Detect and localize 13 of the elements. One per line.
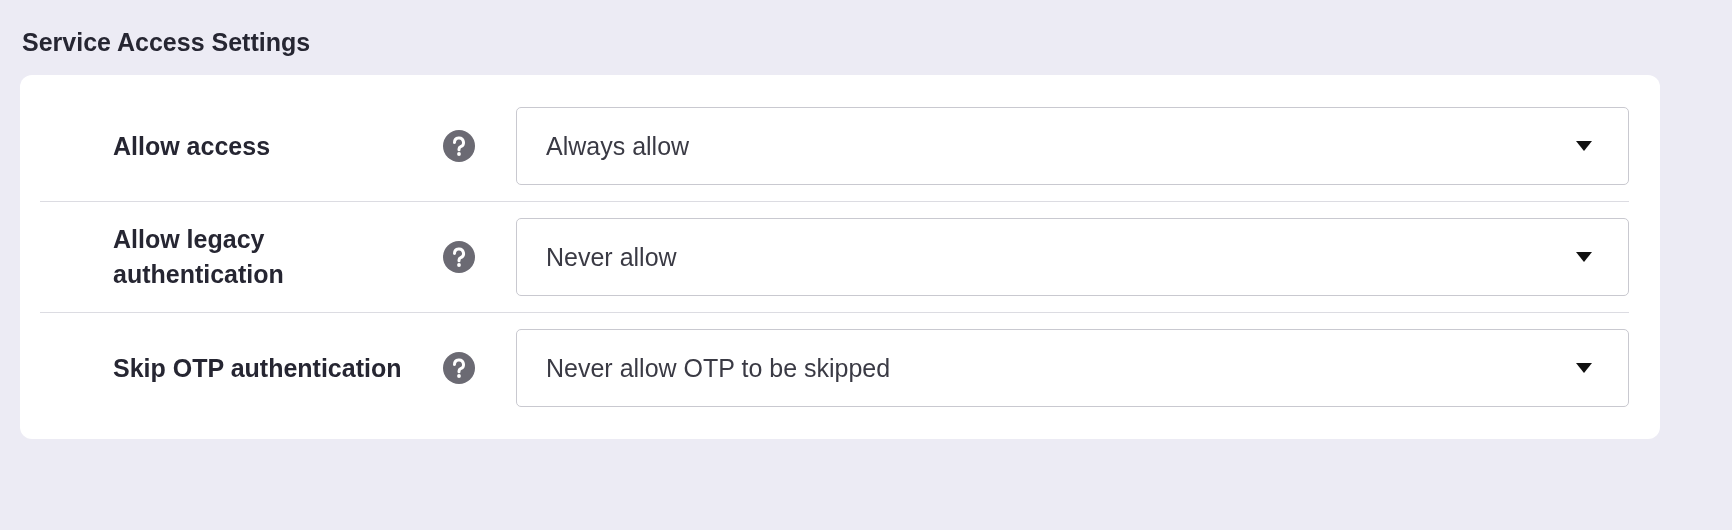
setting-label: Skip OTP authentication: [112, 352, 403, 384]
help-icon[interactable]: [443, 130, 475, 162]
help-icon[interactable]: [443, 352, 475, 384]
setting-label: Allow legacy authentication: [112, 224, 285, 290]
caret-icon: [1576, 252, 1592, 262]
help-icon[interactable]: [443, 241, 475, 273]
dropdown-select[interactable]: Never allow: [516, 218, 1629, 296]
caret-icon: [1576, 141, 1592, 151]
dropdown-select[interactable]: Never allow OTP to be skipped: [516, 329, 1629, 407]
setting-label: Allow access: [112, 130, 272, 162]
section-title: Service Access Settings: [22, 28, 311, 57]
dropdown-select[interactable]: Always allow: [516, 107, 1629, 185]
caret-icon: [1576, 363, 1592, 373]
